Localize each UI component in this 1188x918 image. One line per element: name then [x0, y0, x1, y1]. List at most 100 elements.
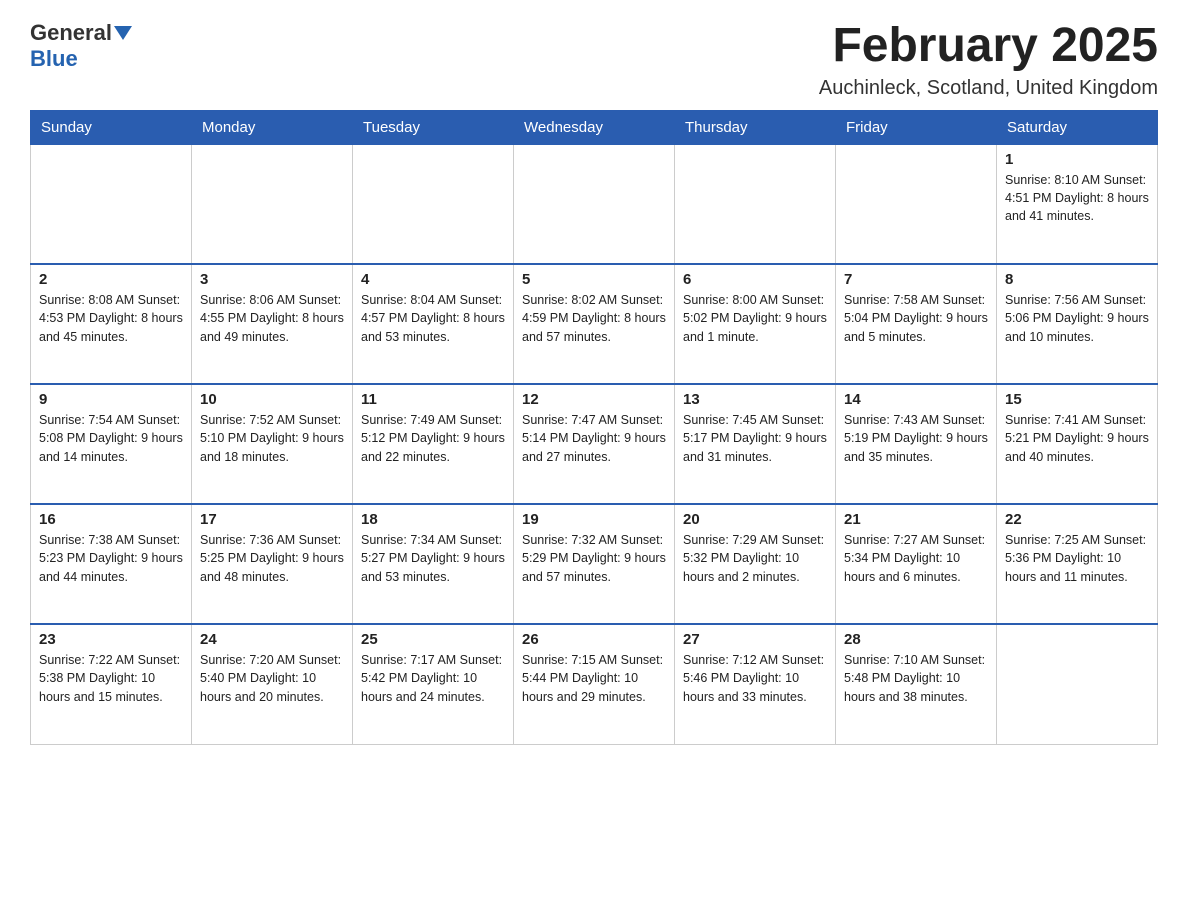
col-header-saturday: Saturday	[997, 110, 1158, 144]
day-number: 26	[522, 631, 666, 648]
calendar-cell: 6 Sunrise: 8:00 AM Sunset: 5:02 PM Daylig…	[675, 264, 836, 384]
calendar-cell: 17 Sunrise: 7:36 AM Sunset: 5:25 PM Dayli…	[192, 504, 353, 624]
day-info: Sunrise: 7:58 AM Sunset: 5:04 PM Dayligh…	[844, 291, 988, 345]
calendar-cell: 2 Sunrise: 8:08 AM Sunset: 4:53 PM Daylig…	[31, 264, 192, 384]
day-info: Sunrise: 7:32 AM Sunset: 5:29 PM Dayligh…	[522, 531, 666, 585]
day-info: Sunrise: 7:36 AM Sunset: 5:25 PM Dayligh…	[200, 531, 344, 585]
day-info: Sunrise: 7:10 AM Sunset: 5:48 PM Dayligh…	[844, 651, 988, 705]
day-info: Sunrise: 8:04 AM Sunset: 4:57 PM Dayligh…	[361, 291, 505, 345]
day-info: Sunrise: 7:49 AM Sunset: 5:12 PM Dayligh…	[361, 411, 505, 465]
calendar-cell	[997, 624, 1158, 744]
day-number: 15	[1005, 391, 1149, 408]
calendar-cell: 5 Sunrise: 8:02 AM Sunset: 4:59 PM Daylig…	[514, 264, 675, 384]
day-number: 10	[200, 391, 344, 408]
day-info: Sunrise: 8:08 AM Sunset: 4:53 PM Dayligh…	[39, 291, 183, 345]
logo-blue: Blue	[30, 46, 78, 72]
logo-triangle-icon	[114, 26, 132, 40]
day-info: Sunrise: 7:56 AM Sunset: 5:06 PM Dayligh…	[1005, 291, 1149, 345]
calendar-cell: 1 Sunrise: 8:10 AM Sunset: 4:51 PM Daylig…	[997, 144, 1158, 264]
calendar-cell: 20 Sunrise: 7:29 AM Sunset: 5:32 PM Dayli…	[675, 504, 836, 624]
day-info: Sunrise: 8:10 AM Sunset: 4:51 PM Dayligh…	[1005, 171, 1149, 225]
logo-general: General	[30, 20, 112, 46]
calendar-cell: 10 Sunrise: 7:52 AM Sunset: 5:10 PM Dayli…	[192, 384, 353, 504]
calendar-cell	[514, 144, 675, 264]
calendar-cell: 12 Sunrise: 7:47 AM Sunset: 5:14 PM Dayli…	[514, 384, 675, 504]
col-header-friday: Friday	[836, 110, 997, 144]
calendar-cell: 15 Sunrise: 7:41 AM Sunset: 5:21 PM Dayli…	[997, 384, 1158, 504]
day-info: Sunrise: 7:22 AM Sunset: 5:38 PM Dayligh…	[39, 651, 183, 705]
calendar-cell: 28 Sunrise: 7:10 AM Sunset: 5:48 PM Dayli…	[836, 624, 997, 744]
day-number: 18	[361, 511, 505, 528]
day-info: Sunrise: 8:06 AM Sunset: 4:55 PM Dayligh…	[200, 291, 344, 345]
day-number: 2	[39, 271, 183, 288]
day-info: Sunrise: 7:27 AM Sunset: 5:34 PM Dayligh…	[844, 531, 988, 585]
day-info: Sunrise: 7:38 AM Sunset: 5:23 PM Dayligh…	[39, 531, 183, 585]
calendar-cell	[836, 144, 997, 264]
col-header-thursday: Thursday	[675, 110, 836, 144]
calendar-header-row: SundayMondayTuesdayWednesdayThursdayFrid…	[31, 110, 1158, 144]
calendar-cell: 24Sunrise: 7:20 AM Sunset: 5:40 PM Dayli…	[192, 624, 353, 744]
day-info: Sunrise: 7:15 AM Sunset: 5:44 PM Dayligh…	[522, 651, 666, 705]
day-info: Sunrise: 7:17 AM Sunset: 5:42 PM Dayligh…	[361, 651, 505, 705]
calendar-cell: 19 Sunrise: 7:32 AM Sunset: 5:29 PM Dayli…	[514, 504, 675, 624]
calendar-week-row: 9 Sunrise: 7:54 AM Sunset: 5:08 PM Daylig…	[31, 384, 1158, 504]
day-info: Sunrise: 7:12 AM Sunset: 5:46 PM Dayligh…	[683, 651, 827, 705]
day-info: Sunrise: 7:25 AM Sunset: 5:36 PM Dayligh…	[1005, 531, 1149, 585]
day-number: 21	[844, 511, 988, 528]
day-number: 20	[683, 511, 827, 528]
day-number: 6	[683, 271, 827, 288]
day-info: Sunrise: 7:43 AM Sunset: 5:19 PM Dayligh…	[844, 411, 988, 465]
col-header-wednesday: Wednesday	[514, 110, 675, 144]
day-number: 19	[522, 511, 666, 528]
col-header-tuesday: Tuesday	[353, 110, 514, 144]
calendar-cell	[353, 144, 514, 264]
day-number: 3	[200, 271, 344, 288]
calendar-week-row: 23 Sunrise: 7:22 AM Sunset: 5:38 PM Dayli…	[31, 624, 1158, 744]
day-info: Sunrise: 7:34 AM Sunset: 5:27 PM Dayligh…	[361, 531, 505, 585]
day-info: Sunrise: 7:45 AM Sunset: 5:17 PM Dayligh…	[683, 411, 827, 465]
day-number: 4	[361, 271, 505, 288]
calendar-cell: 9 Sunrise: 7:54 AM Sunset: 5:08 PM Daylig…	[31, 384, 192, 504]
day-number: 13	[683, 391, 827, 408]
calendar-cell: 3 Sunrise: 8:06 AM Sunset: 4:55 PM Daylig…	[192, 264, 353, 384]
calendar-cell	[31, 144, 192, 264]
col-header-monday: Monday	[192, 110, 353, 144]
day-number: 8	[1005, 271, 1149, 288]
day-info: Sunrise: 7:52 AM Sunset: 5:10 PM Dayligh…	[200, 411, 344, 465]
day-number: 16	[39, 511, 183, 528]
month-title: February 2025	[819, 20, 1158, 73]
calendar-cell: 26 Sunrise: 7:15 AM Sunset: 5:44 PM Dayli…	[514, 624, 675, 744]
calendar-cell: 16 Sunrise: 7:38 AM Sunset: 5:23 PM Dayli…	[31, 504, 192, 624]
day-number: 5	[522, 271, 666, 288]
day-info: Sunrise: 8:00 AM Sunset: 5:02 PM Dayligh…	[683, 291, 827, 345]
day-number: 25	[361, 631, 505, 648]
day-info: Sunrise: 7:47 AM Sunset: 5:14 PM Dayligh…	[522, 411, 666, 465]
calendar-cell: 18 Sunrise: 7:34 AM Sunset: 5:27 PM Dayli…	[353, 504, 514, 624]
day-number: 12	[522, 391, 666, 408]
calendar-cell: 21 Sunrise: 7:27 AM Sunset: 5:34 PM Dayli…	[836, 504, 997, 624]
day-number: 7	[844, 271, 988, 288]
day-info: Sunrise: 7:20 AM Sunset: 5:40 PM Dayligh…	[200, 651, 344, 705]
calendar-cell: 25 Sunrise: 7:17 AM Sunset: 5:42 PM Dayli…	[353, 624, 514, 744]
calendar-cell: 14 Sunrise: 7:43 AM Sunset: 5:19 PM Dayli…	[836, 384, 997, 504]
calendar-cell	[675, 144, 836, 264]
location: Auchinleck, Scotland, United Kingdom	[819, 77, 1158, 100]
day-number: 23	[39, 631, 183, 648]
day-info: Sunrise: 7:41 AM Sunset: 5:21 PM Dayligh…	[1005, 411, 1149, 465]
calendar-week-row: 2 Sunrise: 8:08 AM Sunset: 4:53 PM Daylig…	[31, 264, 1158, 384]
calendar-cell: 7 Sunrise: 7:58 AM Sunset: 5:04 PM Daylig…	[836, 264, 997, 384]
day-info: Sunrise: 7:29 AM Sunset: 5:32 PM Dayligh…	[683, 531, 827, 585]
day-number: 22	[1005, 511, 1149, 528]
day-number: 14	[844, 391, 988, 408]
day-number: 28	[844, 631, 988, 648]
day-info: Sunrise: 8:02 AM Sunset: 4:59 PM Dayligh…	[522, 291, 666, 345]
calendar-table: SundayMondayTuesdayWednesdayThursdayFrid…	[30, 110, 1158, 745]
day-number: 17	[200, 511, 344, 528]
day-number: 1	[1005, 151, 1149, 168]
day-number: 9	[39, 391, 183, 408]
day-info: Sunrise: 7:54 AM Sunset: 5:08 PM Dayligh…	[39, 411, 183, 465]
calendar-cell: 8 Sunrise: 7:56 AM Sunset: 5:06 PM Daylig…	[997, 264, 1158, 384]
calendar-week-row: 1 Sunrise: 8:10 AM Sunset: 4:51 PM Daylig…	[31, 144, 1158, 264]
logo: General Blue	[30, 20, 132, 72]
day-number: 27	[683, 631, 827, 648]
